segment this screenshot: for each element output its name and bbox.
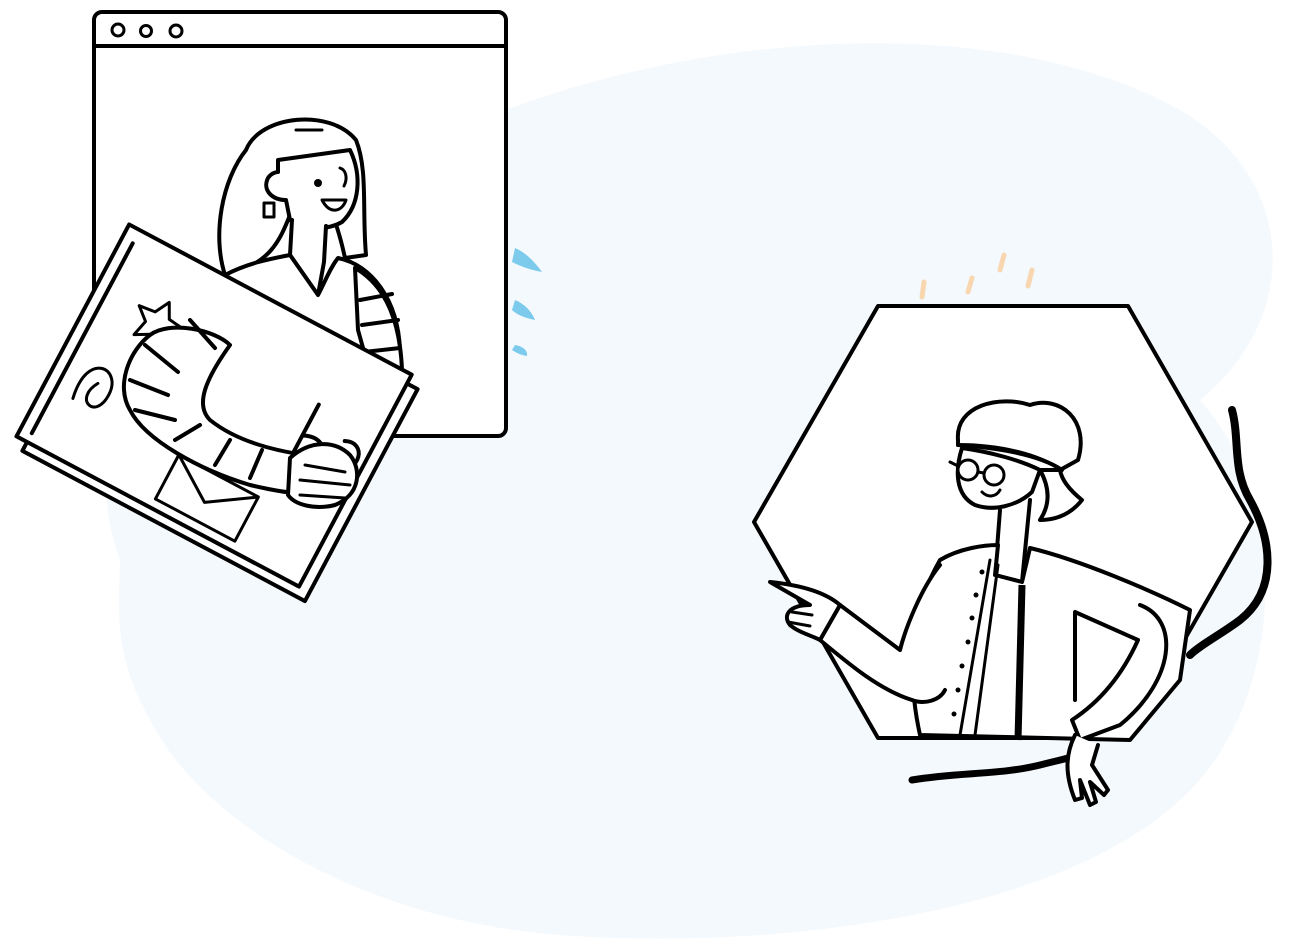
man-glasses-icon	[956, 458, 980, 482]
illustration-canvas	[14, 10, 1273, 939]
woman-eye	[314, 179, 322, 187]
peach-sparkle-mark	[919, 279, 927, 300]
man-glasses-icon	[982, 463, 1006, 487]
man-glasses-bridge	[976, 470, 986, 475]
woman-earring	[262, 201, 276, 219]
man-suspender	[1014, 584, 1026, 741]
